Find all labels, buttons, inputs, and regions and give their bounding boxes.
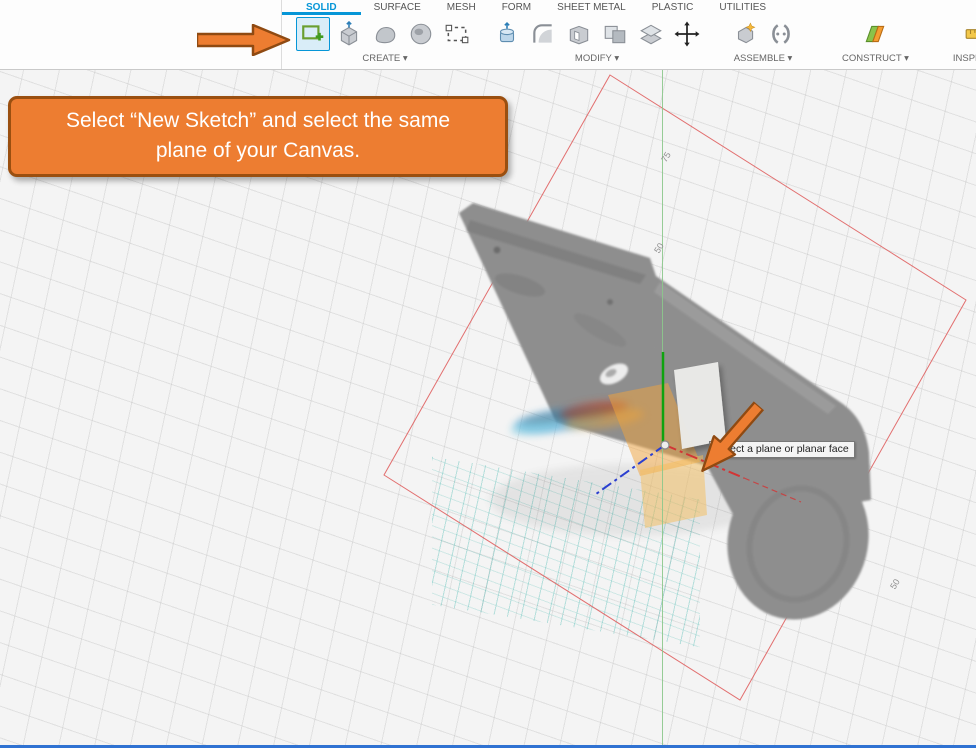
offset-face-button[interactable] [634, 17, 668, 51]
move-button[interactable] [670, 17, 704, 51]
extrude-button[interactable] [332, 17, 366, 51]
construct-plane-button[interactable] [858, 17, 892, 51]
new-sketch-button[interactable] [296, 17, 330, 51]
offset-planes-icon [638, 21, 664, 47]
inspect-group-label[interactable]: INSPECT ▾ [953, 53, 976, 64]
origin-point [660, 440, 670, 450]
construct-group-label[interactable]: CONSTRUCT ▾ [842, 53, 909, 64]
assemble-group: ASSEMBLE ▾ [714, 15, 812, 69]
modify-group: MODIFY ▾ [484, 15, 710, 69]
create-group-label[interactable]: CREATE ▾ [362, 53, 407, 64]
assemble-group-label[interactable]: ASSEMBLE ▾ [734, 53, 793, 64]
tab-form[interactable]: FORM [489, 0, 544, 15]
joint-button[interactable] [764, 17, 798, 51]
move-cross-icon [674, 21, 700, 47]
new-sketch-icon [300, 21, 326, 47]
pattern-button[interactable] [440, 17, 474, 51]
joint-icon [768, 21, 794, 47]
annotation-arrow-toolbar [197, 24, 291, 56]
inspect-group: INSPECT ▾ [939, 15, 976, 69]
new-component-button[interactable] [728, 17, 762, 51]
new-component-icon [732, 21, 758, 47]
tab-plastic[interactable]: PLASTIC [639, 0, 707, 15]
measure-button[interactable] [960, 17, 976, 51]
modify-group-label[interactable]: MODIFY ▾ [575, 53, 619, 64]
press-pull-button[interactable] [490, 17, 524, 51]
ribbon: SOLID SURFACE MESH FORM SHEET METAL PLAS… [281, 0, 976, 69]
fillet-button[interactable] [526, 17, 560, 51]
tab-mesh[interactable]: MESH [434, 0, 489, 15]
tab-solid[interactable]: SOLID [282, 0, 361, 15]
create-group: CREATE ▾ [290, 15, 480, 69]
combine-icon [602, 21, 628, 47]
press-pull-icon [494, 21, 520, 47]
combine-button[interactable] [598, 17, 632, 51]
shell-button[interactable] [562, 17, 596, 51]
extrude-cube-icon [336, 21, 362, 47]
measure-ruler-icon [964, 21, 976, 47]
application-toolbar: SOLID SURFACE MESH FORM SHEET METAL PLAS… [0, 0, 976, 70]
fillet-icon [530, 21, 556, 47]
tab-sheet-metal[interactable]: SHEET METAL [544, 0, 639, 15]
instruction-callout: Select “New Sketch” and select the same … [8, 96, 508, 177]
form-blob-icon [372, 21, 398, 47]
ribbon-groups: CREATE ▾ MODIFY ▾ ASSEMBLE ▾ CONSTRUCT ▾… [282, 15, 976, 69]
sphere-button[interactable] [404, 17, 438, 51]
tab-surface[interactable]: SURFACE [361, 0, 434, 15]
tab-utilities[interactable]: UTILITIES [706, 0, 779, 15]
ribbon-tabbar: SOLID SURFACE MESH FORM SHEET METAL PLAS… [282, 0, 976, 15]
shell-icon [566, 21, 592, 47]
sphere-icon [408, 21, 434, 47]
instruction-text: Select “New Sketch” and select the same … [65, 109, 450, 163]
pattern-marquee-icon [444, 21, 470, 47]
create-form-button[interactable] [368, 17, 402, 51]
construct-plane-icon [862, 21, 888, 47]
construct-group: CONSTRUCT ▾ [816, 15, 935, 69]
